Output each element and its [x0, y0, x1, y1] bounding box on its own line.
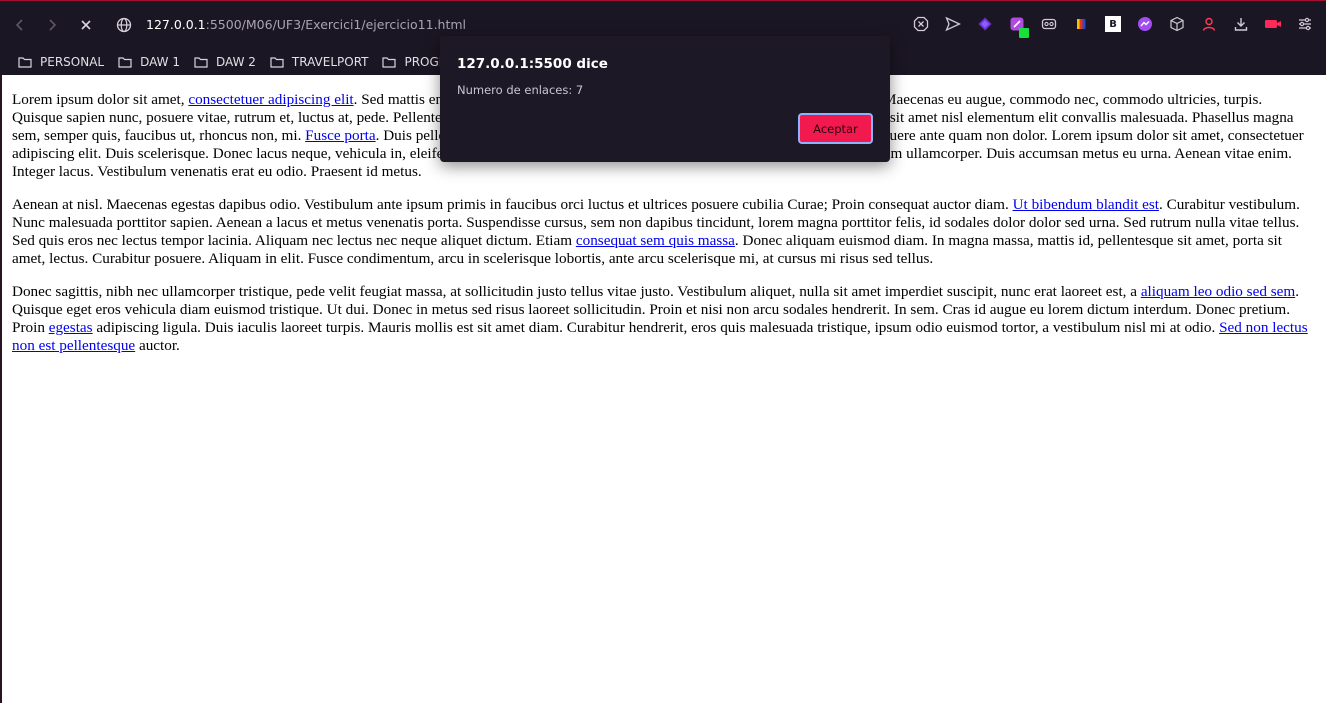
- bookmark-label: PERSONAL: [40, 54, 105, 69]
- folder-icon: [118, 56, 132, 68]
- alert-title: 127.0.0.1:5500 dice: [457, 56, 608, 72]
- folder-icon: [382, 56, 397, 68]
- ad-blocker-icon[interactable]: [908, 11, 934, 37]
- paragraph-3: Donec sagittis, nibh nec ullamcorper tri…: [12, 283, 1316, 355]
- bookmark-label: TRAVELPORT: [291, 54, 369, 69]
- bookmark-label: DAW 2: [216, 54, 256, 69]
- bookmark-folder-travelport[interactable]: TRAVELPORT: [270, 54, 369, 69]
- b-extension-label: B: [1105, 16, 1121, 32]
- loading-icon[interactable]: [72, 11, 100, 39]
- bookmark-folder-personal[interactable]: PERSONAL: [18, 55, 104, 69]
- link-ut-bibendum[interactable]: Ut bibendum blandit est: [1013, 196, 1159, 213]
- messenger-icon[interactable]: [1132, 11, 1158, 37]
- link-consequat-sem[interactable]: consequat sem quis massa: [576, 232, 735, 249]
- paragraph-2: Aenean at nisl. Maecenas egestas dapibus…: [12, 196, 1316, 268]
- back-icon[interactable]: [6, 11, 34, 39]
- color-extension-icon[interactable]: [1068, 11, 1094, 37]
- cube-icon[interactable]: [1164, 11, 1190, 37]
- link-fusce-porta[interactable]: Fusce porta: [305, 127, 375, 144]
- easy-setup-icon[interactable]: [1292, 11, 1318, 37]
- paragraph-text: auctor.: [135, 337, 180, 354]
- browser-window: 127.0.0.1:5500/M06/UF3/Exercici1/ejercic…: [0, 0, 1326, 703]
- paragraph-text: adipiscing ligula. Duis iaculis laoreet …: [92, 319, 1220, 336]
- extension-puzzle-icon[interactable]: [1004, 11, 1030, 38]
- accept-button[interactable]: Aceptar: [798, 113, 873, 144]
- toolbar-extensions: B: [902, 11, 1318, 38]
- send-icon[interactable]: [940, 11, 966, 37]
- record-icon[interactable]: [1260, 11, 1286, 37]
- bookmark-folder-daw2[interactable]: DAW 2: [194, 55, 256, 69]
- wallet-icon[interactable]: [972, 11, 998, 37]
- url-host: 127.0.0.1: [146, 17, 206, 32]
- b-extension-icon[interactable]: B: [1100, 11, 1126, 37]
- address-bar[interactable]: 127.0.0.1:5500/M06/UF3/Exercici1/ejercic…: [146, 17, 466, 32]
- link-egestas[interactable]: egestas: [49, 319, 93, 336]
- paragraph-text: Lorem ipsum dolor sit amet,: [12, 91, 189, 108]
- alert-message: Numero de enlaces: 7: [457, 83, 584, 97]
- profile-icon[interactable]: [1196, 11, 1222, 37]
- link-consectetuer[interactable]: consectetuer adipiscing elit: [188, 91, 353, 108]
- alert-dialog: 127.0.0.1:5500 dice Numero de enlaces: 7…: [440, 36, 890, 162]
- folder-icon: [270, 56, 284, 68]
- site-info-globe-icon[interactable]: [110, 11, 138, 39]
- folder-icon: [18, 56, 32, 68]
- url-path: :5500/M06/UF3/Exercici1/ejercicio11.html: [205, 17, 467, 32]
- paragraph-text: Aenean at nisl. Maecenas egestas dapibus…: [12, 196, 1013, 213]
- link-aliquam-leo[interactable]: aliquam leo odio sed sem: [1141, 283, 1295, 300]
- download-icon[interactable]: [1228, 11, 1254, 37]
- bookmark-label: DAW 1: [140, 54, 180, 69]
- page-content: Lorem ipsum dolor sit amet, consectetuer…: [0, 75, 1326, 703]
- folder-icon: [194, 56, 208, 68]
- forward-icon[interactable]: [38, 11, 66, 39]
- vpn-icon[interactable]: [1036, 11, 1062, 37]
- bookmark-folder-daw1[interactable]: DAW 1: [118, 55, 180, 69]
- paragraph-text: Donec sagittis, nibh nec ullamcorper tri…: [12, 283, 1141, 300]
